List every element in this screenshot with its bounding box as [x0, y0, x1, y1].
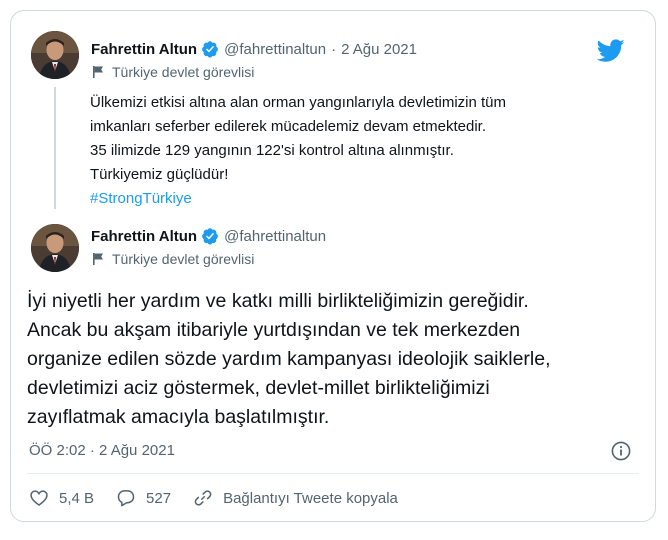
heart-icon — [30, 490, 48, 507]
main-tweet-text: İyi niyetli her yardım ve katkı milli bi… — [27, 287, 627, 432]
government-label: Türkiye devlet görevlisi — [91, 251, 254, 267]
text-line: Türkiyemiz güçlüdür! — [90, 166, 229, 183]
government-label: Türkiye devlet görevlisi — [91, 64, 254, 80]
quoted-tweet-text: Ülkemizi etkisi altına alan orman yangın… — [90, 91, 610, 211]
author-handle[interactable]: @fahrettinaltun — [224, 41, 326, 58]
main-tweet-header: Fahrettin Altun @fahrettinaltun — [91, 227, 326, 245]
copy-link-button[interactable]: Bağlantıyı Tweete kopyala — [193, 488, 398, 508]
reply-count: 527 — [146, 489, 172, 507]
like-button[interactable]: 5,4 B — [29, 488, 94, 508]
flag-icon — [93, 253, 103, 265]
verified-badge-icon — [202, 228, 218, 245]
copy-link-label: Bağlantıyı Tweete kopyala — [223, 489, 398, 507]
reply-button[interactable]: 527 — [116, 488, 171, 508]
separator-dot: · — [331, 40, 337, 58]
flag-icon — [93, 66, 103, 78]
quoted-tweet-header: Fahrettin Altun @fahrettinaltun · 2 Ağu … — [91, 40, 417, 58]
thread-line — [54, 87, 56, 209]
text-line: Ülkemizi etkisi altına alan orman yangın… — [90, 94, 507, 111]
text-line: devletimizi aciz göstermek, devlet-mille… — [27, 377, 490, 399]
text-line: Ancak bu akşam itibariyle yurtdışından v… — [27, 319, 521, 341]
reply-icon — [117, 490, 135, 507]
government-label-text[interactable]: Türkiye devlet görevlisi — [112, 251, 254, 267]
text-line: zayıflatmak amacıyla başlatılmıştır. — [27, 406, 330, 428]
like-count: 5,4 B — [59, 489, 95, 507]
twitter-logo-icon[interactable] — [597, 39, 625, 63]
author-name[interactable]: Fahrettin Altun — [91, 228, 197, 245]
text-line: İyi niyetli her yardım ve katkı milli bi… — [27, 290, 529, 312]
author-handle[interactable]: @fahrettinaltun — [224, 228, 326, 245]
verified-badge-icon — [202, 41, 218, 58]
divider — [27, 473, 639, 474]
avatar[interactable] — [31, 224, 79, 272]
text-line: organize edilen sözde yardım kampanyası … — [27, 348, 551, 370]
tweet-date[interactable]: 2 Ağu 2021 — [341, 41, 417, 58]
link-icon — [194, 490, 212, 506]
tweet-timestamp[interactable]: ÖÖ 2:02 · 2 Ağu 2021 — [29, 442, 175, 459]
info-icon[interactable] — [611, 441, 631, 461]
tweet-actions: 5,4 B 527 Bağlantıyı Tweete kopyala — [29, 487, 420, 509]
author-name[interactable]: Fahrettin Altun — [91, 41, 197, 58]
text-line: 35 ilimizde 129 yangının 122'si kontrol … — [90, 142, 454, 159]
text-line: imkanları seferber edilerek mücadelemiz … — [90, 118, 486, 135]
hashtag-link[interactable]: #StrongTürkiye — [90, 187, 610, 211]
avatar[interactable] — [31, 31, 79, 79]
tweet-embed-card: Fahrettin Altun @fahrettinaltun · 2 Ağu … — [10, 10, 656, 522]
government-label-text[interactable]: Türkiye devlet görevlisi — [112, 64, 254, 80]
